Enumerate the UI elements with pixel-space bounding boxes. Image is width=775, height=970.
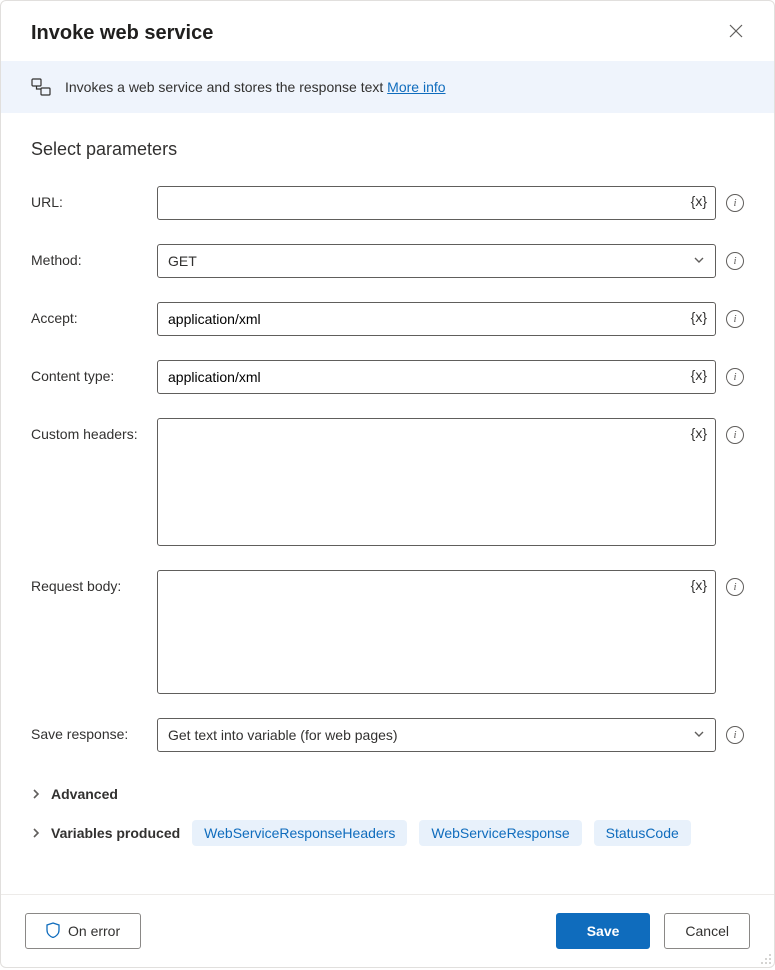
info-banner: Invokes a web service and stores the res… xyxy=(1,61,774,113)
url-input-field[interactable] xyxy=(168,195,681,211)
accept-input[interactable]: {x} xyxy=(157,302,716,336)
on-error-button[interactable]: On error xyxy=(25,913,141,949)
section-title: Select parameters xyxy=(31,139,744,160)
variables-produced-label: Variables produced xyxy=(51,825,180,841)
label-request-body: Request body: xyxy=(31,570,157,594)
variables-produced-row: Variables produced WebServiceResponseHea… xyxy=(31,820,744,846)
close-button[interactable] xyxy=(722,19,750,47)
close-icon xyxy=(729,24,743,43)
variable-picker-icon[interactable]: {x} xyxy=(691,309,707,325)
variable-picker-icon[interactable]: {x} xyxy=(691,193,707,209)
dialog-title: Invoke web service xyxy=(31,22,213,45)
label-content-type: Content type: xyxy=(31,360,157,384)
request-body-field[interactable] xyxy=(168,579,681,659)
chevron-down-icon xyxy=(693,253,705,269)
banner-text: Invokes a web service and stores the res… xyxy=(65,79,446,95)
shield-icon xyxy=(46,922,60,941)
row-save-response: Save response: Get text into variable (f… xyxy=(31,718,744,752)
variable-picker-icon[interactable]: {x} xyxy=(691,577,707,593)
info-icon[interactable]: i xyxy=(726,578,744,596)
chevron-down-icon xyxy=(693,727,705,743)
method-value: GET xyxy=(168,253,197,269)
custom-headers-input[interactable]: {x} xyxy=(157,418,716,546)
chevron-right-icon xyxy=(31,789,41,799)
label-url: URL: xyxy=(31,186,157,210)
content-type-input-field[interactable] xyxy=(168,369,681,385)
advanced-label: Advanced xyxy=(51,786,118,802)
more-info-link[interactable]: More info xyxy=(387,79,445,95)
advanced-expander[interactable]: Advanced xyxy=(31,776,744,812)
web-service-icon xyxy=(31,77,51,97)
custom-headers-field[interactable] xyxy=(168,427,681,507)
row-url: URL: {x} i xyxy=(31,186,744,220)
dialog-header: Invoke web service xyxy=(1,1,774,61)
url-input[interactable]: {x} xyxy=(157,186,716,220)
save-response-select[interactable]: Get text into variable (for web pages) xyxy=(157,718,716,752)
row-request-body: Request body: {x} i xyxy=(31,570,744,694)
chevron-right-icon xyxy=(31,828,41,838)
request-body-input[interactable]: {x} xyxy=(157,570,716,694)
label-method: Method: xyxy=(31,244,157,268)
method-select[interactable]: GET xyxy=(157,244,716,278)
dialog-content: Select parameters URL: {x} i Method: GET xyxy=(1,113,774,894)
variables-produced-expander[interactable]: Variables produced xyxy=(31,825,180,841)
on-error-label: On error xyxy=(68,923,120,939)
variable-pill[interactable]: StatusCode xyxy=(594,820,691,846)
accept-input-field[interactable] xyxy=(168,311,681,327)
save-response-value: Get text into variable (for web pages) xyxy=(168,727,398,743)
dialog-footer: On error Save Cancel xyxy=(1,894,774,967)
info-icon[interactable]: i xyxy=(726,194,744,212)
info-icon[interactable]: i xyxy=(726,368,744,386)
save-button[interactable]: Save xyxy=(556,913,651,949)
label-accept: Accept: xyxy=(31,302,157,326)
invoke-web-service-dialog: Invoke web service Invokes a web service… xyxy=(0,0,775,968)
label-save-response: Save response: xyxy=(31,718,157,742)
variable-pill[interactable]: WebServiceResponseHeaders xyxy=(192,820,407,846)
row-custom-headers: Custom headers: {x} i xyxy=(31,418,744,546)
label-custom-headers: Custom headers: xyxy=(31,418,157,442)
info-icon[interactable]: i xyxy=(726,252,744,270)
row-accept: Accept: {x} i xyxy=(31,302,744,336)
info-icon[interactable]: i xyxy=(726,310,744,328)
resize-grip[interactable] xyxy=(758,951,772,965)
variable-picker-icon[interactable]: {x} xyxy=(691,425,707,441)
info-icon[interactable]: i xyxy=(726,726,744,744)
row-method: Method: GET i xyxy=(31,244,744,278)
variable-picker-icon[interactable]: {x} xyxy=(691,367,707,383)
info-icon[interactable]: i xyxy=(726,426,744,444)
row-content-type: Content type: {x} i xyxy=(31,360,744,394)
content-type-input[interactable]: {x} xyxy=(157,360,716,394)
variable-pill[interactable]: WebServiceResponse xyxy=(419,820,581,846)
cancel-button[interactable]: Cancel xyxy=(664,913,750,949)
